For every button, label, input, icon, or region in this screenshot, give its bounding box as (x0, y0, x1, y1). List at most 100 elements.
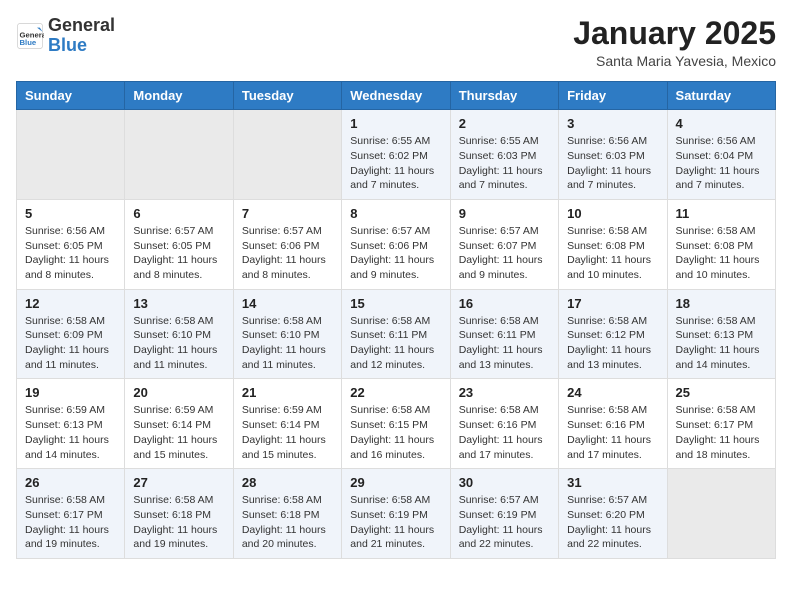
calendar-week-row: 1 Sunrise: 6:55 AMSunset: 6:02 PMDaylight… (17, 110, 776, 200)
calendar-cell: 26Sunrise: 6:58 AMSunset: 6:17 PMDayligh… (17, 469, 125, 559)
calendar-week-row: 26Sunrise: 6:58 AMSunset: 6:17 PMDayligh… (17, 469, 776, 559)
location-subtitle: Santa Maria Yavesia, Mexico (573, 53, 776, 69)
calendar-cell: 27 Sunrise: 6:58 AMSunset: 6:18 PMDayligh… (125, 469, 233, 559)
day-number: 12 (25, 296, 116, 311)
day-number: 28 (242, 475, 333, 490)
day-info: Sunrise: 6:58 AMSunset: 6:18 PMDaylight:… (242, 493, 333, 552)
day-number: 16 (459, 296, 550, 311)
day-number: 18 (676, 296, 767, 311)
calendar-cell: 13Sunrise: 6:58 AMSunset: 6:10 PMDayligh… (125, 289, 233, 379)
calendar-cell: 14 Sunrise: 6:58 AMSunset: 6:10 PMDayligh… (233, 289, 341, 379)
calendar-cell: 3 Sunrise: 6:56 AMSunset: 6:03 PMDaylight… (559, 110, 667, 200)
title-block: January 2025 Santa Maria Yavesia, Mexico (573, 16, 776, 69)
calendar-cell: 28 Sunrise: 6:58 AMSunset: 6:18 PMDayligh… (233, 469, 341, 559)
day-info: Sunrise: 6:58 AMSunset: 6:19 PMDaylight:… (350, 493, 441, 552)
calendar-cell (233, 110, 341, 200)
calendar-cell: 8 Sunrise: 6:57 AMSunset: 6:06 PMDaylight… (342, 199, 450, 289)
day-info: Sunrise: 6:56 AMSunset: 6:05 PMDaylight:… (25, 224, 116, 283)
calendar-cell: 4 Sunrise: 6:56 AMSunset: 6:04 PMDaylight… (667, 110, 775, 200)
day-info: Sunrise: 6:57 AMSunset: 6:06 PMDaylight:… (242, 224, 333, 283)
calendar-cell: 19 Sunrise: 6:59 AMSunset: 6:13 PMDayligh… (17, 379, 125, 469)
calendar-cell: 31 Sunrise: 6:57 AMSunset: 6:20 PMDayligh… (559, 469, 667, 559)
day-info: Sunrise: 6:58 AMSunset: 6:17 PMDaylight:… (676, 403, 767, 462)
calendar-cell: 6Sunrise: 6:57 AMSunset: 6:05 PMDaylight… (125, 199, 233, 289)
day-number: 31 (567, 475, 658, 490)
logo-icon: General Blue (16, 22, 44, 50)
day-info: Sunrise: 6:56 AMSunset: 6:04 PMDaylight:… (676, 134, 767, 193)
day-info: Sunrise: 6:59 AMSunset: 6:14 PMDaylight:… (133, 403, 224, 462)
day-header-tuesday: Tuesday (233, 82, 341, 110)
calendar-week-row: 5Sunrise: 6:56 AMSunset: 6:05 PMDaylight… (17, 199, 776, 289)
day-number: 30 (459, 475, 550, 490)
day-info: Sunrise: 6:55 AMSunset: 6:03 PMDaylight:… (459, 134, 550, 193)
day-info: Sunrise: 6:58 AMSunset: 6:08 PMDaylight:… (676, 224, 767, 283)
calendar-cell: 16 Sunrise: 6:58 AMSunset: 6:11 PMDayligh… (450, 289, 558, 379)
day-header-friday: Friday (559, 82, 667, 110)
day-info: Sunrise: 6:56 AMSunset: 6:03 PMDaylight:… (567, 134, 658, 193)
day-number: 8 (350, 206, 441, 221)
day-info: Sunrise: 6:58 AMSunset: 6:13 PMDaylight:… (676, 314, 767, 373)
calendar-cell: 23Sunrise: 6:58 AMSunset: 6:16 PMDayligh… (450, 379, 558, 469)
svg-text:Blue: Blue (20, 38, 37, 47)
calendar-cell: 1 Sunrise: 6:55 AMSunset: 6:02 PMDaylight… (342, 110, 450, 200)
day-number: 20 (133, 385, 224, 400)
calendar-cell: 18 Sunrise: 6:58 AMSunset: 6:13 PMDayligh… (667, 289, 775, 379)
page-header: General Blue General Blue January 2025 S… (16, 16, 776, 69)
day-number: 15 (350, 296, 441, 311)
day-number: 14 (242, 296, 333, 311)
day-info: Sunrise: 6:58 AMSunset: 6:16 PMDaylight:… (567, 403, 658, 462)
day-info: Sunrise: 6:58 AMSunset: 6:16 PMDaylight:… (459, 403, 550, 462)
day-header-monday: Monday (125, 82, 233, 110)
calendar-cell: 10Sunrise: 6:58 AMSunset: 6:08 PMDayligh… (559, 199, 667, 289)
day-header-thursday: Thursday (450, 82, 558, 110)
day-number: 24 (567, 385, 658, 400)
day-number: 25 (676, 385, 767, 400)
day-number: 19 (25, 385, 116, 400)
month-title: January 2025 (573, 16, 776, 51)
calendar-header-row: SundayMondayTuesdayWednesdayThursdayFrid… (17, 82, 776, 110)
day-number: 1 (350, 116, 441, 131)
day-number: 3 (567, 116, 658, 131)
day-info: Sunrise: 6:58 AMSunset: 6:10 PMDaylight:… (242, 314, 333, 373)
day-info: Sunrise: 6:58 AMSunset: 6:08 PMDaylight:… (567, 224, 658, 283)
day-info: Sunrise: 6:57 AMSunset: 6:07 PMDaylight:… (459, 224, 550, 283)
day-number: 22 (350, 385, 441, 400)
day-info: Sunrise: 6:57 AMSunset: 6:05 PMDaylight:… (133, 224, 224, 283)
day-header-saturday: Saturday (667, 82, 775, 110)
day-info: Sunrise: 6:58 AMSunset: 6:18 PMDaylight:… (133, 493, 224, 552)
calendar-cell: 29 Sunrise: 6:58 AMSunset: 6:19 PMDayligh… (342, 469, 450, 559)
calendar-cell: 2Sunrise: 6:55 AMSunset: 6:03 PMDaylight… (450, 110, 558, 200)
calendar-cell: 20 Sunrise: 6:59 AMSunset: 6:14 PMDayligh… (125, 379, 233, 469)
day-number: 9 (459, 206, 550, 221)
day-info: Sunrise: 6:58 AMSunset: 6:12 PMDaylight:… (567, 314, 658, 373)
day-number: 29 (350, 475, 441, 490)
calendar-cell: 22 Sunrise: 6:58 AMSunset: 6:15 PMDayligh… (342, 379, 450, 469)
day-info: Sunrise: 6:58 AMSunset: 6:15 PMDaylight:… (350, 403, 441, 462)
day-info: Sunrise: 6:58 AMSunset: 6:10 PMDaylight:… (133, 314, 224, 373)
day-info: Sunrise: 6:58 AMSunset: 6:17 PMDaylight:… (25, 493, 116, 552)
day-info: Sunrise: 6:57 AMSunset: 6:19 PMDaylight:… (459, 493, 550, 552)
day-info: Sunrise: 6:57 AMSunset: 6:20 PMDaylight:… (567, 493, 658, 552)
logo-line2: Blue (48, 36, 115, 56)
day-info: Sunrise: 6:58 AMSunset: 6:09 PMDaylight:… (25, 314, 116, 373)
day-number: 11 (676, 206, 767, 221)
day-number: 4 (676, 116, 767, 131)
calendar-cell: 7 Sunrise: 6:57 AMSunset: 6:06 PMDaylight… (233, 199, 341, 289)
day-number: 17 (567, 296, 658, 311)
day-number: 27 (133, 475, 224, 490)
day-info: Sunrise: 6:57 AMSunset: 6:06 PMDaylight:… (350, 224, 441, 283)
day-info: Sunrise: 6:59 AMSunset: 6:13 PMDaylight:… (25, 403, 116, 462)
day-info: Sunrise: 6:55 AMSunset: 6:02 PMDaylight:… (350, 134, 441, 193)
calendar-week-row: 19 Sunrise: 6:59 AMSunset: 6:13 PMDayligh… (17, 379, 776, 469)
calendar-cell: 17 Sunrise: 6:58 AMSunset: 6:12 PMDayligh… (559, 289, 667, 379)
calendar-cell (667, 469, 775, 559)
day-info: Sunrise: 6:58 AMSunset: 6:11 PMDaylight:… (459, 314, 550, 373)
day-number: 21 (242, 385, 333, 400)
day-number: 7 (242, 206, 333, 221)
calendar-week-row: 12 Sunrise: 6:58 AMSunset: 6:09 PMDayligh… (17, 289, 776, 379)
calendar-cell: 21 Sunrise: 6:59 AMSunset: 6:14 PMDayligh… (233, 379, 341, 469)
day-info: Sunrise: 6:59 AMSunset: 6:14 PMDaylight:… (242, 403, 333, 462)
logo: General Blue General Blue (16, 16, 115, 56)
logo-text: General Blue (48, 16, 115, 56)
day-info: Sunrise: 6:58 AMSunset: 6:11 PMDaylight:… (350, 314, 441, 373)
